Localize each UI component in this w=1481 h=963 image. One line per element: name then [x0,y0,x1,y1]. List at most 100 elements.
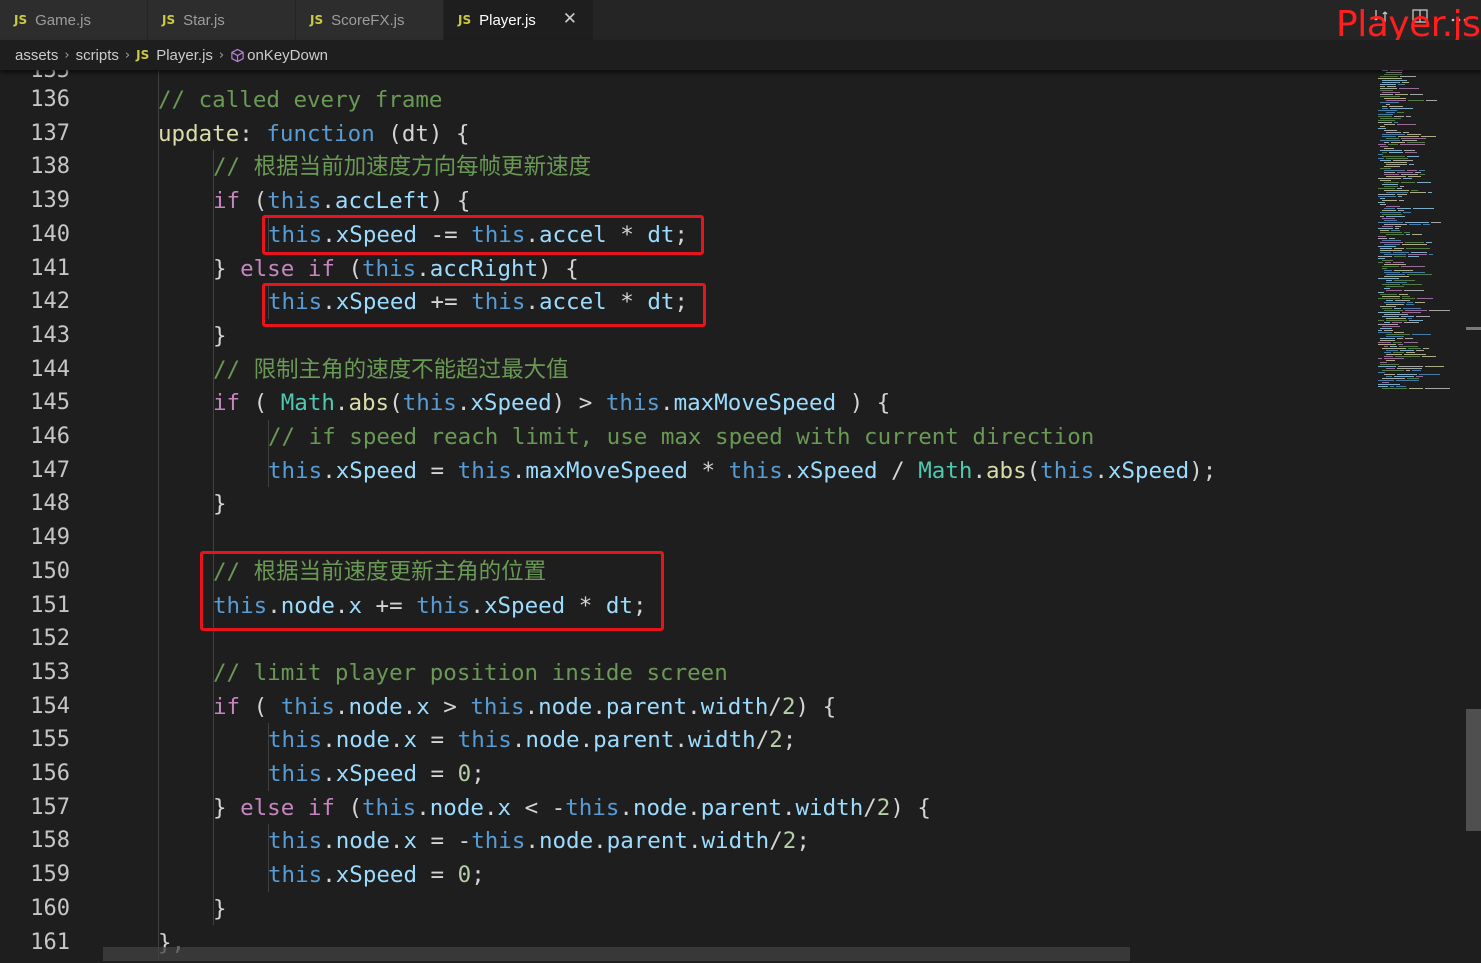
minimap-code-line [1378,116,1392,117]
tab-player-js[interactable]: JS Player.js ✕ [444,0,594,40]
line-number: 140 [30,221,70,247]
line-number: 155 [30,727,70,753]
minimap-code-line [1378,196,1396,197]
code-token: else [240,255,295,282]
vertical-scrollbar-thumb[interactable] [1466,709,1481,831]
indent-guide [268,723,269,791]
minimap-code-line [1423,348,1429,349]
code-editor[interactable]: 135 136// called every frame 137 update: f… [0,70,1372,963]
breadcrumb-item-file[interactable]: Player.js [156,47,213,64]
code-token: this [268,289,323,316]
code-token: . [322,221,336,248]
code-token: dt [647,289,675,316]
minimap-code-line [1382,136,1396,137]
minimap-code-line [1404,290,1424,291]
minimap-code-line [1382,240,1401,241]
tab-star-js[interactable]: JS Star.js [148,0,296,40]
minimap-code-line [1405,222,1429,223]
minimap-code-line [1384,98,1406,99]
breadcrumb-item-assets[interactable]: assets [15,47,58,64]
minimap-code-line [1384,358,1404,359]
horizontal-scrollbar[interactable] [103,947,1130,961]
code-line: // called every frame [158,87,443,113]
code-token: ; [796,828,810,855]
minimap-code-line [1394,116,1404,117]
code-token: maxMoveSpeed [525,457,688,484]
minimap-code-line [1380,96,1400,97]
minimap-code-line [1409,164,1414,165]
javascript-file-icon: JS [136,48,150,62]
indent-guide [268,285,269,319]
minimap-code-line [1425,366,1444,367]
code-token: node [632,794,688,821]
close-icon[interactable]: ✕ [563,9,577,29]
minimap-code-line [1384,314,1408,315]
minimap-code-line [1382,106,1387,107]
minimap-code-line [1380,86,1385,87]
tab-game-js[interactable]: JS Game.js [0,0,148,40]
minimap-code-line [1389,152,1403,153]
indent-guide [268,217,269,252]
code-token: node [335,828,390,855]
minimap-code-line [1419,170,1425,171]
code-token: -= [417,221,472,248]
minimap-code-line [1378,122,1392,123]
minimap-code-line [1384,190,1409,191]
code-token: Math [918,457,973,484]
line-number: 137 [30,120,70,146]
minimap-code-line [1378,110,1397,111]
code-token: 2 [782,828,797,855]
minimap-code-line [1428,192,1432,193]
code-token: . [334,390,349,417]
minimap-code-line [1380,140,1400,141]
minimap-code-line [1382,296,1400,297]
code-token: / [755,727,770,754]
minimap-code-line [1380,362,1387,363]
minimap-code-line [1388,144,1398,145]
breadcrumb-item-symbol[interactable]: onKeyDown [247,47,328,64]
code-token: . [593,828,607,855]
minimap-code-line [1378,262,1383,263]
code-token: this [1040,457,1095,484]
code-token: width [687,727,756,754]
minimap-code-line [1408,254,1427,255]
code-token: update [158,120,240,147]
breadcrumb-item-scripts[interactable]: scripts [76,47,119,64]
code-token: * [606,221,648,248]
line-number: 142 [30,289,70,315]
code-token: abs [985,457,1027,484]
minimap-code-line [1387,86,1396,87]
minimap-code-line [1380,364,1399,365]
minimap-code-line [1380,242,1403,243]
code-token: ( [240,390,281,417]
minimap-code-line [1378,380,1394,381]
minimap-code-line [1378,128,1386,129]
minimap-code-line [1397,208,1411,209]
line-number: 141 [30,255,70,281]
tab-scorefx-js[interactable]: JS ScoreFX.js [296,0,444,40]
minimap-code-line [1384,148,1394,149]
chevron-right-icon: › [64,47,70,63]
code-token: . [456,390,471,417]
minimap-code-line [1386,216,1405,217]
minimap-code-line [1380,248,1392,249]
minimap-code-line [1378,256,1392,257]
code-token: . [781,794,796,821]
minimap-code-line [1386,282,1407,283]
minimap-code-line [1397,194,1407,195]
minimap-code-line [1386,354,1402,355]
code-line: // 限制主角的速度不能超过最大值 [213,356,569,383]
minimap-code-line [1399,88,1419,89]
minimap-code-line [1380,250,1402,251]
code-token: = - [417,828,472,855]
tab-label: Game.js [35,11,91,29]
code-token: . [525,289,539,316]
minimap-code-line [1399,200,1404,201]
code-token: / [877,457,919,484]
code-token: ; [632,592,647,619]
minimap[interactable] [1372,70,1468,963]
minimap-code-line [1398,344,1403,345]
chevron-right-icon: › [218,47,225,63]
minimap-code-line [1393,352,1404,353]
code-token: . [402,693,417,720]
